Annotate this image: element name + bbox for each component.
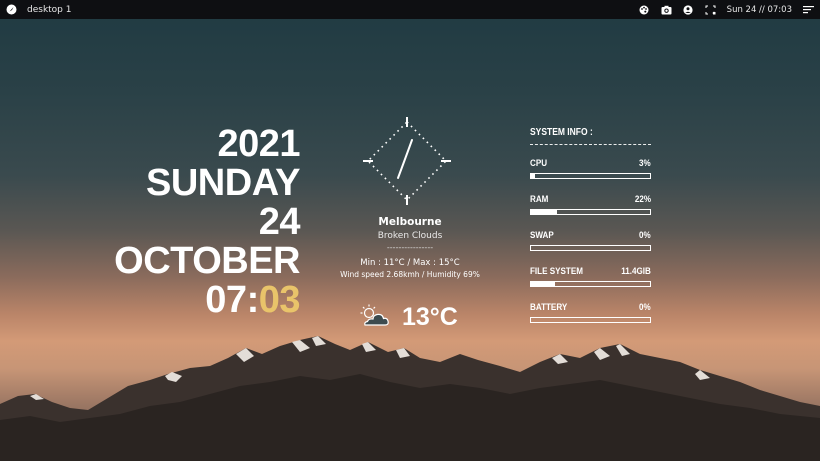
sysinfo-row-swap: SWAP 0%	[530, 230, 651, 266]
weekday-text: SUNDAY	[146, 162, 300, 204]
temperature-row: 13°C	[358, 303, 458, 332]
sysinfo-value: 0%	[639, 302, 651, 313]
time-text: 07:03	[114, 281, 300, 320]
temperature-value: 13°C	[402, 303, 458, 331]
workspace-label[interactable]: desktop 1	[27, 5, 72, 15]
usage-bar-fill	[531, 174, 535, 178]
top-panel: desktop 1 Sun 24 // 07:03	[0, 0, 820, 19]
screenshot-icon[interactable]	[705, 4, 716, 15]
date-widget: 2021 SUNDAY 24 OCTOBER 07:03	[114, 125, 300, 320]
weather-city: Melbourne	[378, 216, 442, 228]
sysinfo-value: 3%	[639, 158, 651, 169]
sysinfo-row-cpu: CPU 3%	[530, 158, 651, 194]
sysinfo-label: SWAP	[530, 230, 554, 241]
sysinfo-divider	[530, 144, 651, 145]
weather-condition: Broken Clouds	[377, 231, 443, 241]
sysinfo-value: 22%	[634, 194, 651, 205]
usage-bar	[530, 173, 651, 179]
topbar-clock[interactable]: Sun 24 // 07:03	[727, 5, 792, 15]
sysinfo-value: 11.4GIB	[621, 266, 651, 277]
sysinfo-label: RAM	[530, 194, 549, 205]
sysinfo-row-ram: RAM 22%	[530, 194, 651, 230]
os-logo-icon[interactable]	[6, 4, 17, 15]
usage-bar-fill	[531, 282, 555, 286]
year-text: 2021	[217, 123, 300, 165]
sysinfo-label: FILE SYSTEM	[530, 266, 583, 277]
mountain-wallpaper	[0, 336, 820, 461]
analog-clock	[363, 117, 451, 205]
time-minutes: 03	[258, 279, 301, 321]
weather-divider: ----------------	[386, 243, 434, 252]
user-icon[interactable]	[683, 4, 694, 15]
clock-frame	[366, 120, 448, 202]
weather-wind-humidity: Wind speed 2.68kmh / Humidity 69%	[340, 270, 480, 279]
sysinfo-label: CPU	[530, 158, 548, 169]
weather-widget: Melbourne Broken Clouds ----------------…	[330, 216, 490, 279]
weather-minmax: Min : 11°C / Max : 15°C	[360, 258, 460, 268]
sysinfo-value: 0%	[639, 230, 651, 241]
menu-icon[interactable]	[803, 4, 814, 15]
partly-cloudy-icon	[358, 304, 390, 332]
usage-bar	[530, 281, 651, 287]
day-text: 24	[258, 201, 301, 243]
usage-bar	[530, 245, 651, 251]
system-info-widget: SYSTEM INFO : CPU 3% RAM 22% SWAP 0% FIL…	[530, 127, 651, 338]
usage-bar-fill	[531, 210, 558, 214]
clock-hand	[397, 139, 413, 179]
usage-bar	[530, 317, 651, 323]
palette-icon[interactable]	[639, 4, 650, 15]
month-text: OCTOBER	[114, 240, 300, 282]
time-hours: 07:	[205, 279, 259, 321]
sysinfo-row-battery: BATTERY 0%	[530, 302, 651, 338]
sysinfo-label: BATTERY	[530, 302, 568, 313]
usage-bar	[530, 209, 651, 215]
camera-icon[interactable]	[661, 4, 672, 15]
sysinfo-row-filesystem: FILE SYSTEM 11.4GIB	[530, 266, 651, 302]
sysinfo-title: SYSTEM INFO :	[530, 127, 593, 138]
